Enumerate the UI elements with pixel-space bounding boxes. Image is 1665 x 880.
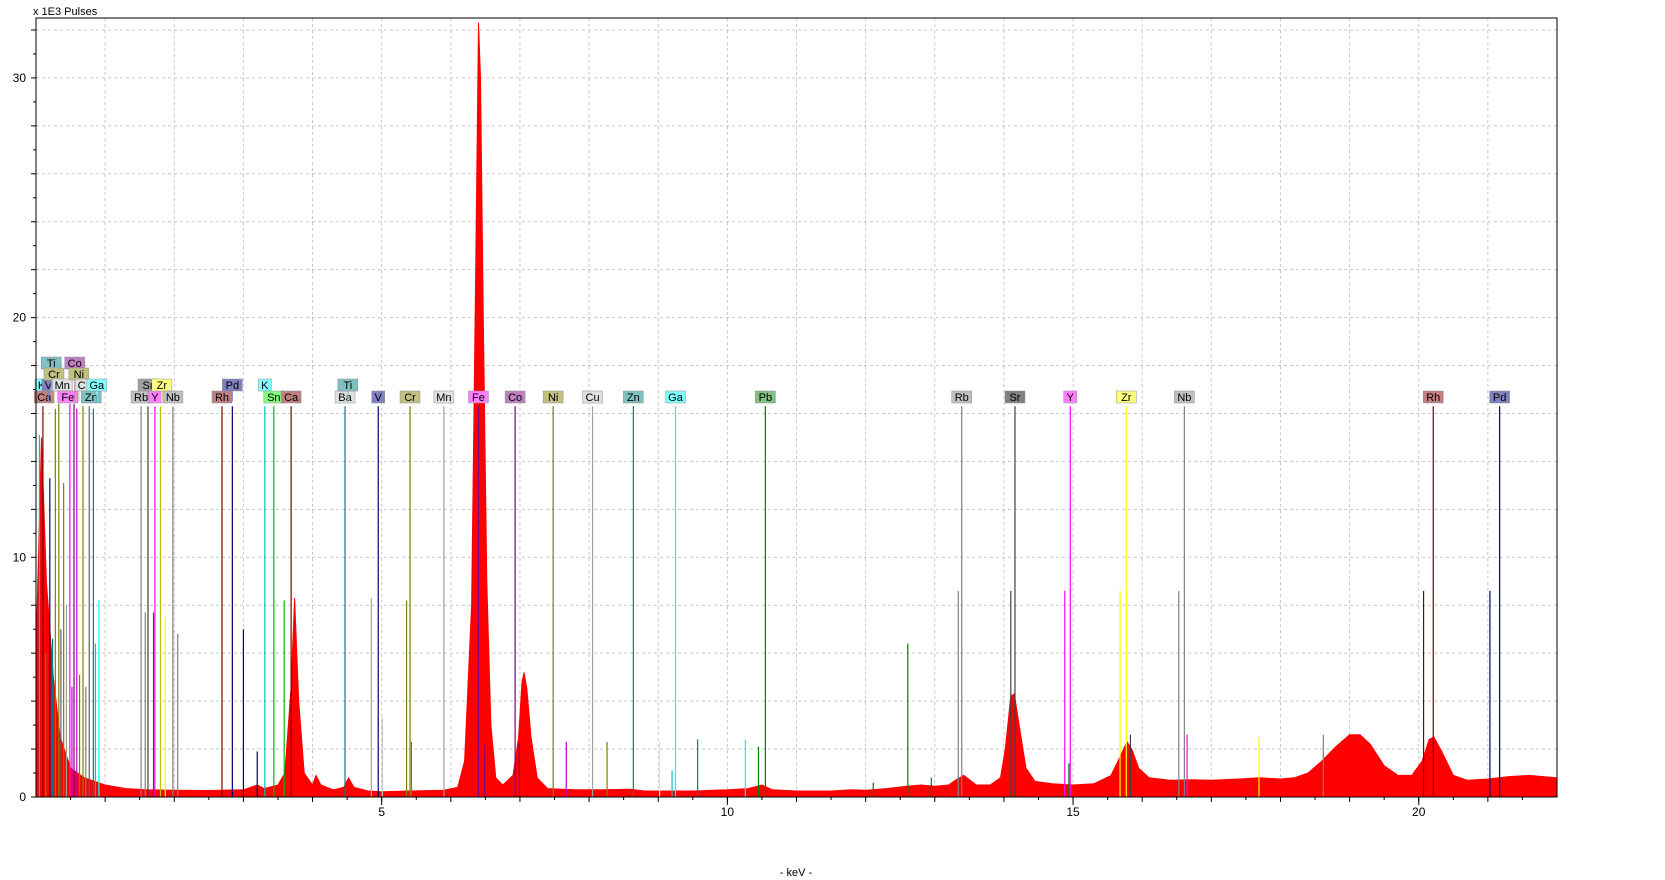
element-label: Mn — [436, 392, 451, 404]
element-label: Rh — [1426, 392, 1440, 404]
y-axis-label: x 1E3 Pulses — [33, 6, 98, 18]
element-label: K — [261, 380, 269, 392]
element-markers: KCaVTiCrMnFeCoNiCZnGaRbSrYZrNb RhPd KSn Ca B… — [34, 356, 1510, 404]
element-label: Co — [508, 392, 522, 404]
element-label: Nb — [166, 392, 180, 404]
element-label: Rh — [215, 392, 229, 404]
axes: 5 10 15 20 0 10 20 30 — [13, 17, 1558, 819]
element-label: Y — [151, 392, 159, 404]
element-label: Zn — [627, 392, 640, 404]
element-label: Ni — [548, 392, 558, 404]
element-label: Sn — [267, 392, 280, 404]
y-tick-label: 0 — [19, 790, 26, 804]
element-label: Zr — [157, 380, 168, 392]
element-label: Mn — [55, 380, 70, 392]
element-label: Zr — [1121, 392, 1132, 404]
element-label: Rb — [955, 392, 969, 404]
element-label: Fe — [472, 392, 485, 404]
spectrum-chart: x 1E3 Pulses - keV - KCaVTiCrMnFeCoNiCZn… — [13, 6, 1558, 879]
element-label: Cr — [404, 392, 416, 404]
element-label: Nb — [1177, 392, 1191, 404]
x-tick-label: 15 — [1066, 805, 1080, 819]
element-label: Ga — [89, 380, 105, 392]
element-label: Y — [1067, 392, 1075, 404]
grid — [36, 18, 1557, 797]
element-label: V — [375, 392, 383, 404]
element-label: Rb — [134, 392, 148, 404]
element-label: Fe — [61, 392, 74, 404]
x-axis-label: - keV - — [780, 867, 813, 879]
element-label: Pd — [226, 380, 239, 392]
y-tick-label: 10 — [13, 550, 27, 564]
element-label: Sr — [1009, 392, 1020, 404]
y-tick-label: 30 — [13, 71, 27, 85]
element-label: Pb — [759, 392, 772, 404]
element-label: Cu — [586, 392, 600, 404]
element-label: Zn — [85, 392, 98, 404]
element-label: Ba — [338, 392, 352, 404]
element-label: Ca — [284, 392, 299, 404]
x-tick-label: 10 — [721, 805, 735, 819]
x-tick-label: 20 — [1412, 805, 1426, 819]
y-tick-label: 20 — [13, 311, 27, 325]
element-label: Ga — [668, 392, 684, 404]
element-label: Pd — [1493, 392, 1506, 404]
element-label: Ca — [37, 392, 52, 404]
element-label: C — [78, 380, 86, 392]
x-tick-label: 5 — [378, 805, 385, 819]
element-label: Ti — [343, 380, 352, 392]
